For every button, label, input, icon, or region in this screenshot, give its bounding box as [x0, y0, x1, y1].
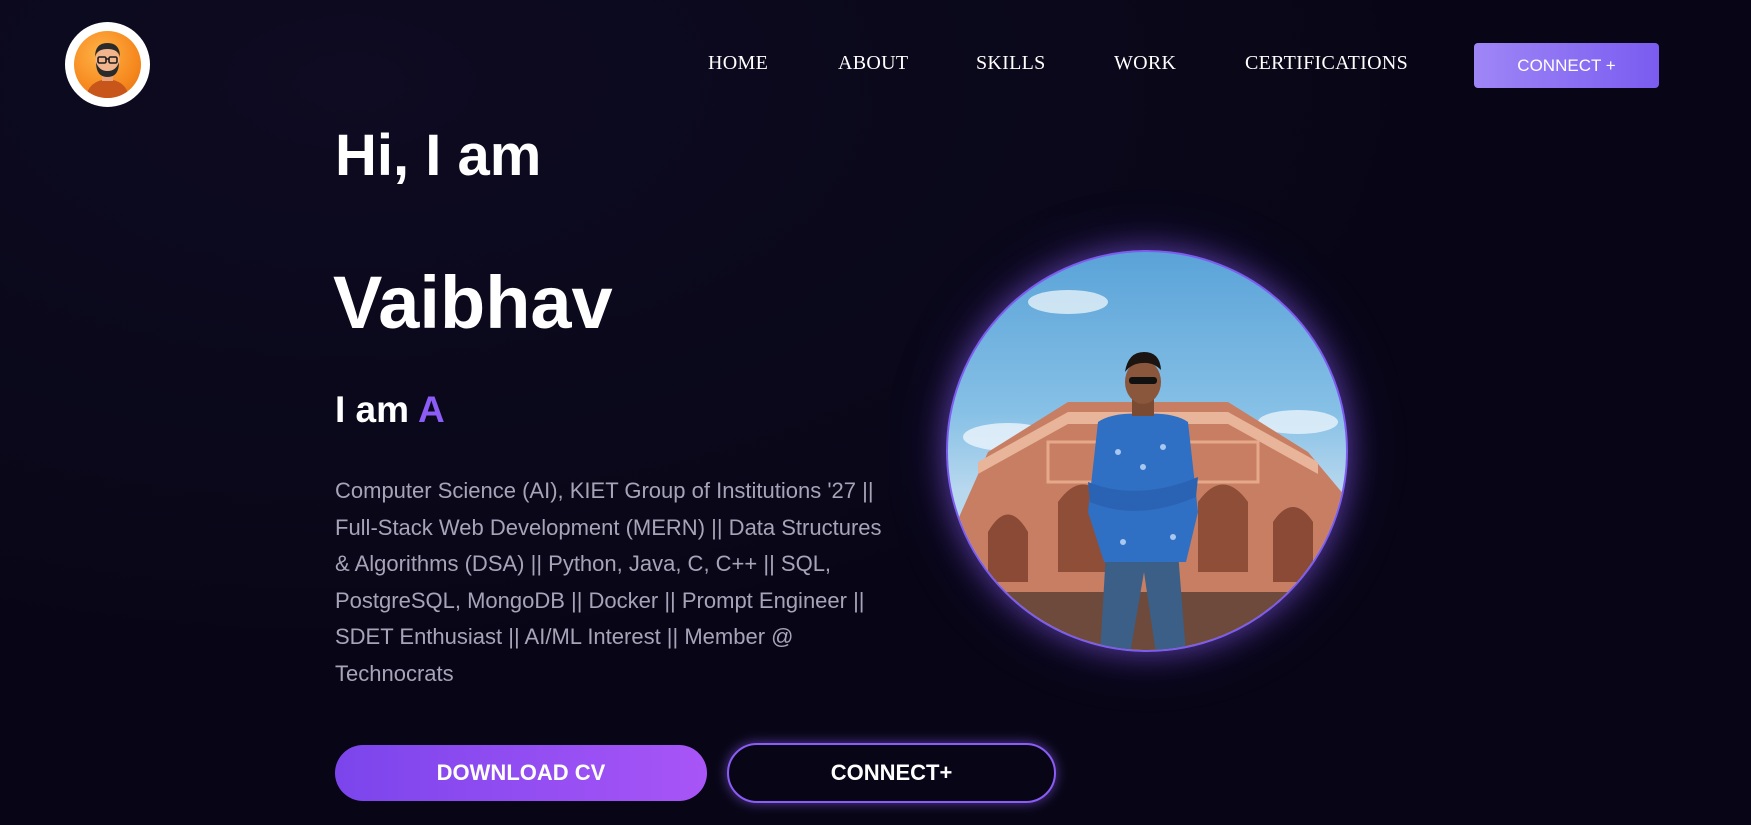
- nav-work[interactable]: WORK: [1114, 52, 1176, 75]
- page: HOME ABOUT SKILLS WORK CERTIFICATIONS CO…: [0, 0, 1751, 825]
- header-connect-button[interactable]: CONNECT +: [1474, 43, 1659, 88]
- nav-certifications[interactable]: CERTIFICATIONS: [1245, 52, 1408, 75]
- role-prefix: I am: [335, 389, 410, 430]
- nav-about[interactable]: ABOUT: [838, 52, 908, 75]
- hero-name: Vaibhav: [333, 261, 613, 344]
- hero-greeting: Hi, I am: [335, 123, 542, 188]
- profile-photo: [946, 250, 1348, 652]
- nav-skills[interactable]: SKILLS: [976, 52, 1046, 75]
- role-typed-text: A: [417, 389, 445, 430]
- hero-bio: Computer Science (AI), KIET Group of Ins…: [335, 478, 882, 686]
- nav-home[interactable]: HOME: [708, 52, 768, 75]
- download-cv-button[interactable]: DOWNLOAD CV: [335, 745, 707, 801]
- hero-role: I am A: [335, 389, 445, 431]
- hero-connect-button[interactable]: CONNECT+: [727, 743, 1056, 803]
